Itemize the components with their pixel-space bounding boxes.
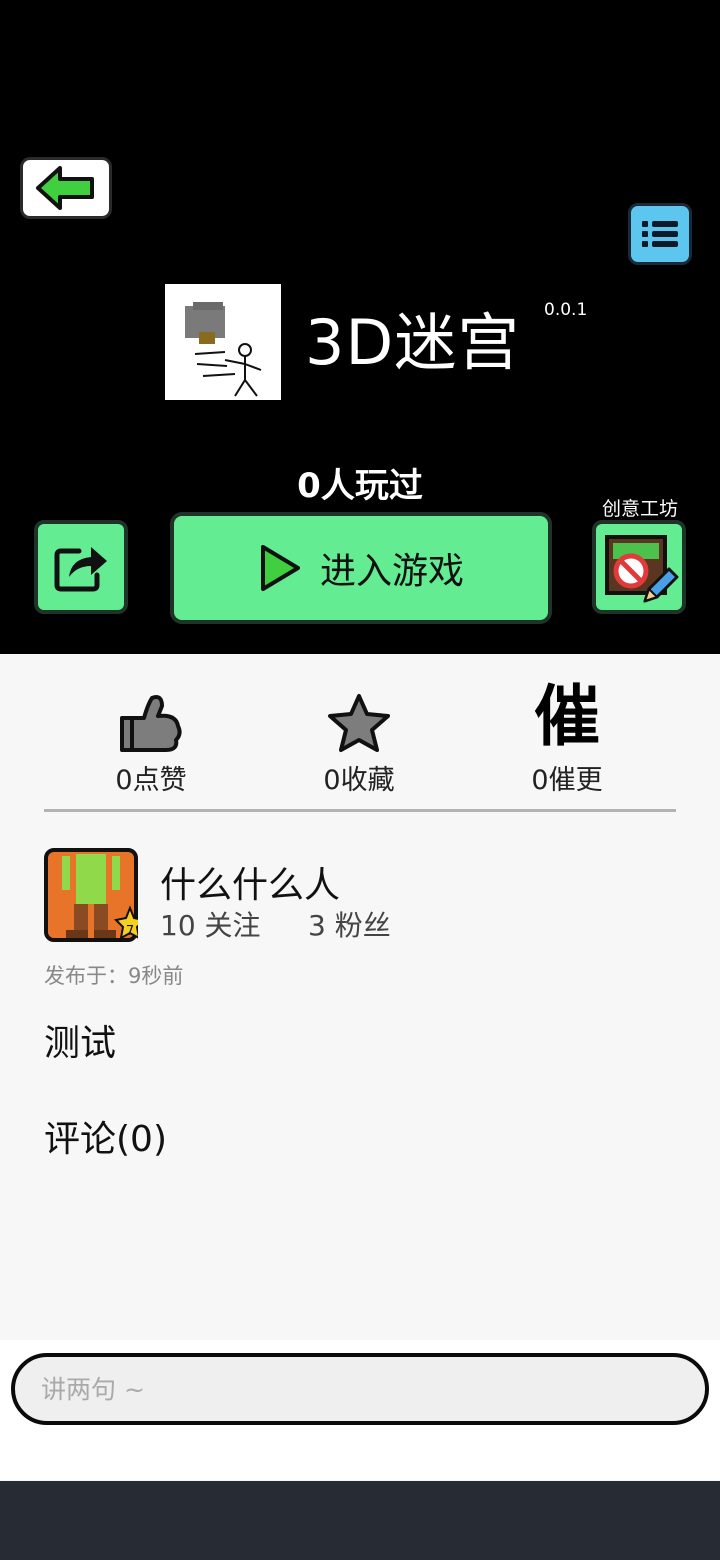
avatar[interactable]: 7 <box>44 848 147 942</box>
share-button[interactable] <box>34 520 128 614</box>
star-icon <box>328 694 390 752</box>
avatar-image: 7 <box>44 848 147 942</box>
post-content: 测试 <box>44 1023 117 1064</box>
author-name[interactable]: 什么什么人 <box>160 856 340 908</box>
game-thumbnail <box>165 284 281 400</box>
like-stat[interactable]: 0点赞 <box>76 680 226 797</box>
comments-heading: 评论(0) <box>44 1119 167 1160</box>
share-icon <box>54 547 107 592</box>
stats-bar: 0点赞 0收藏 催 0催更 <box>44 680 676 797</box>
comment-input[interactable] <box>11 1353 709 1425</box>
back-arrow-icon <box>36 166 94 210</box>
game-title: 3D迷宫 <box>305 306 521 379</box>
avatar-level: 7 <box>126 924 134 939</box>
divider <box>44 809 676 812</box>
game-version: 0.0.1 <box>544 300 588 320</box>
favorite-stat[interactable]: 0收藏 <box>284 680 434 797</box>
urge-icon: 催 <box>534 678 600 755</box>
publish-time: 发布于：9秒前 <box>44 964 184 988</box>
menu-button[interactable] <box>628 203 692 265</box>
following-count: 10 关注 <box>160 909 261 942</box>
like-count: 0点赞 <box>115 765 187 796</box>
back-button[interactable] <box>20 157 112 219</box>
favorite-count: 0收藏 <box>323 765 395 796</box>
list-icon <box>642 221 678 247</box>
system-navigation-bar <box>0 1481 720 1560</box>
thumbs-up-icon <box>120 695 182 752</box>
urge-count: 0催更 <box>531 765 603 796</box>
workshop-label: 创意工坊 <box>601 498 678 520</box>
game-cover-image <box>185 302 262 397</box>
follower-count: 3 粉丝 <box>308 909 391 942</box>
workshop-button[interactable] <box>592 520 686 614</box>
enter-game-label: 进入游戏 <box>319 551 464 592</box>
play-icon <box>260 545 300 591</box>
workshop-disabled-edit-icon <box>605 535 679 603</box>
enter-game-button[interactable]: 进入游戏 <box>170 512 552 624</box>
urge-stat[interactable]: 催 0催更 <box>492 680 642 797</box>
